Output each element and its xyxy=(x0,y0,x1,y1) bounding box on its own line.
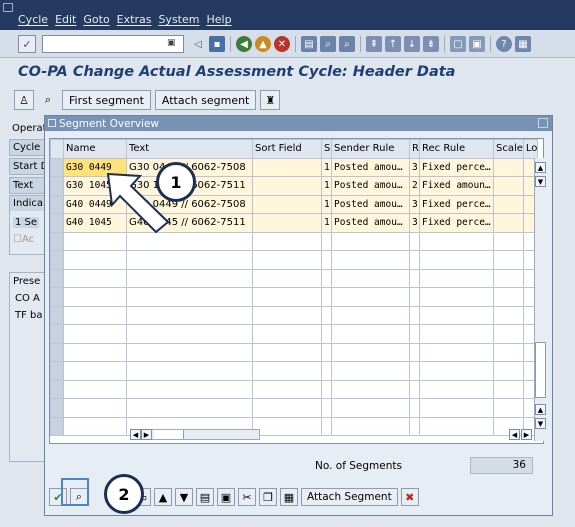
callout-2: 2 xyxy=(104,474,144,514)
callout-arrow xyxy=(106,172,170,234)
callout-1: 1 xyxy=(156,162,196,202)
